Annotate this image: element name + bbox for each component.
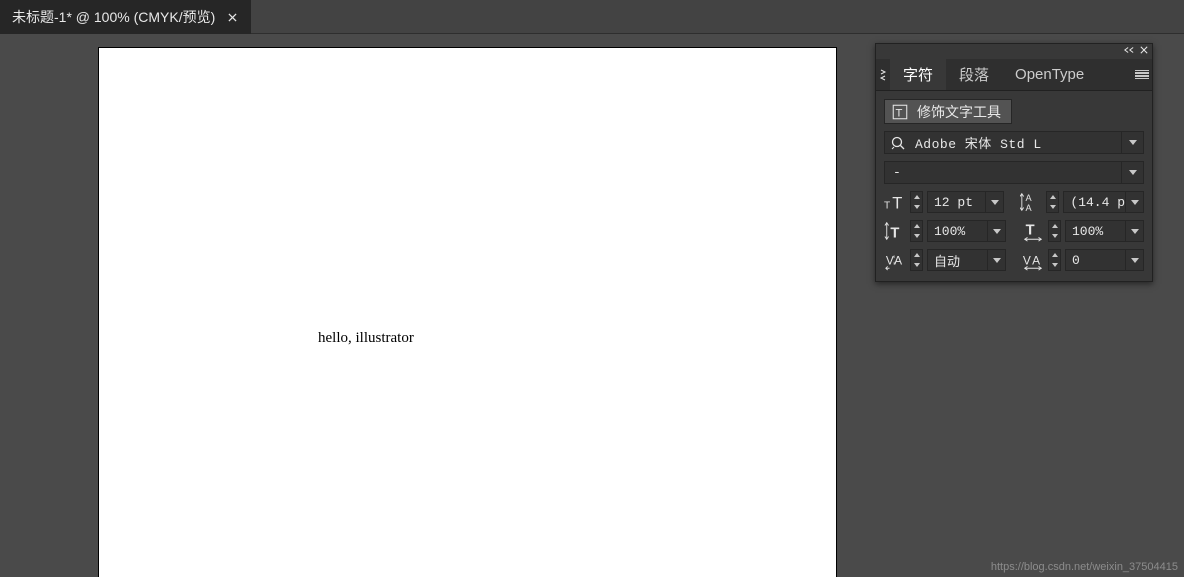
- panel-body: T 修饰文字工具 Adobe 宋体 Std L - TT: [876, 91, 1152, 281]
- hscale-dropdown[interactable]: [1125, 221, 1143, 241]
- touchup-text-icon: T: [891, 103, 909, 121]
- stepper-down[interactable]: [1049, 260, 1060, 270]
- font-style-field[interactable]: -: [884, 161, 1144, 184]
- vscale-control: T 100%: [884, 220, 1006, 242]
- vscale-input[interactable]: 100%: [927, 220, 1006, 242]
- hscale-stepper[interactable]: [1048, 220, 1061, 242]
- font-size-input[interactable]: 12 pt: [927, 191, 1004, 213]
- tab-character[interactable]: 字符: [890, 59, 946, 90]
- canvas-text[interactable]: hello, illustrator: [318, 330, 414, 347]
- hamburger-icon: [1135, 70, 1149, 80]
- stepper-down[interactable]: [911, 202, 922, 212]
- svg-text:A: A: [1032, 254, 1040, 268]
- tracking-input[interactable]: 0: [1065, 249, 1144, 271]
- font-size-dropdown[interactable]: [985, 192, 1003, 212]
- stepper-up[interactable]: [911, 250, 922, 260]
- tab-opentype[interactable]: OpenType: [1002, 59, 1097, 90]
- character-panel: 字符 段落 OpenType T 修饰文字工具 Adobe 宋体 Std L: [875, 43, 1153, 282]
- font-size-icon: TT: [884, 191, 906, 213]
- stepper-up[interactable]: [911, 192, 922, 202]
- document-tab-title: 未标题-1* @ 100% (CMYK/预览): [12, 7, 215, 27]
- kerning-value: 自动: [928, 251, 987, 270]
- chevron-down-icon: [991, 200, 999, 205]
- vscale-dropdown[interactable]: [987, 221, 1005, 241]
- close-tab-icon[interactable]: [225, 10, 239, 24]
- chevron-down-icon: [1131, 200, 1139, 205]
- kerning-dropdown[interactable]: [987, 250, 1005, 270]
- svg-text:T: T: [890, 225, 899, 241]
- font-style-value[interactable]: -: [885, 162, 1121, 183]
- svg-text:T: T: [1026, 223, 1035, 239]
- panel-collapse-icon[interactable]: [1124, 46, 1134, 57]
- font-size-control: TT 12 pt: [884, 191, 1004, 213]
- chevron-down-icon: [1129, 140, 1137, 145]
- stepper-up[interactable]: [1047, 192, 1058, 202]
- leading-value: (14.4 p: [1064, 195, 1125, 210]
- hscale-input[interactable]: 100%: [1065, 220, 1144, 242]
- font-family-dropdown[interactable]: [1121, 132, 1143, 153]
- stepper-down[interactable]: [1049, 231, 1060, 241]
- search-icon[interactable]: [885, 132, 911, 153]
- tracking-value: 0: [1066, 253, 1125, 268]
- vscale-value: 100%: [928, 224, 987, 239]
- svg-text:A: A: [1026, 193, 1033, 203]
- panel-titlebar: [876, 44, 1152, 59]
- kerning-stepper[interactable]: [910, 249, 923, 271]
- font-family-value[interactable]: Adobe 宋体 Std L: [911, 132, 1121, 153]
- svg-text:T: T: [884, 200, 890, 211]
- kerning-icon: VA: [884, 249, 906, 271]
- artboard[interactable]: hello, illustrator: [99, 48, 836, 577]
- stepper-down[interactable]: [1047, 202, 1058, 212]
- stepper-down[interactable]: [911, 231, 922, 241]
- svg-text:V: V: [1023, 254, 1031, 268]
- stepper-up[interactable]: [1049, 250, 1060, 260]
- tracking-icon: VA: [1022, 249, 1044, 271]
- kerning-control: VA 自动: [884, 249, 1006, 271]
- chevron-down-icon: [1131, 258, 1139, 263]
- font-style-dropdown[interactable]: [1121, 162, 1143, 183]
- hscale-control: T 100%: [1022, 220, 1144, 242]
- vscale-stepper[interactable]: [910, 220, 923, 242]
- document-tab[interactable]: 未标题-1* @ 100% (CMYK/预览): [0, 0, 251, 34]
- hscale-value: 100%: [1066, 224, 1125, 239]
- chevron-down-icon: [993, 258, 1001, 263]
- stepper-up[interactable]: [1049, 221, 1060, 231]
- kerning-input[interactable]: 自动: [927, 249, 1006, 271]
- panel-tabs: 字符 段落 OpenType: [876, 59, 1152, 91]
- svg-text:A: A: [1026, 203, 1033, 213]
- leading-icon: AA: [1020, 191, 1042, 213]
- chevron-down-icon: [1129, 170, 1137, 175]
- leading-dropdown[interactable]: [1125, 192, 1143, 212]
- font-size-stepper[interactable]: [910, 191, 923, 213]
- stepper-down[interactable]: [911, 260, 922, 270]
- horizontal-scale-icon: T: [1022, 220, 1044, 242]
- svg-text:T: T: [896, 107, 903, 119]
- chevron-down-icon: [993, 229, 1001, 234]
- chevron-down-icon: [1131, 229, 1139, 234]
- font-size-value: 12 pt: [928, 195, 985, 210]
- panel-menu-button[interactable]: [1132, 59, 1152, 90]
- tracking-stepper[interactable]: [1048, 249, 1061, 271]
- touchup-text-tool-button[interactable]: T 修饰文字工具: [884, 99, 1012, 124]
- svg-text:V: V: [886, 254, 894, 268]
- tracking-dropdown[interactable]: [1125, 250, 1143, 270]
- tab-paragraph[interactable]: 段落: [946, 59, 1002, 90]
- touchup-text-label: 修饰文字工具: [917, 102, 1001, 122]
- svg-text:T: T: [892, 194, 902, 212]
- font-family-field[interactable]: Adobe 宋体 Std L: [884, 131, 1144, 154]
- leading-stepper[interactable]: [1046, 191, 1059, 213]
- panel-expand-toggle-icon[interactable]: [876, 59, 890, 90]
- panel-close-icon[interactable]: [1140, 46, 1148, 57]
- stepper-up[interactable]: [911, 221, 922, 231]
- watermark: https://blog.csdn.net/weixin_37504415: [991, 561, 1178, 573]
- document-tab-bar: 未标题-1* @ 100% (CMYK/预览): [0, 0, 1184, 34]
- vertical-scale-icon: T: [884, 220, 906, 242]
- svg-text:A: A: [894, 254, 902, 268]
- leading-input[interactable]: (14.4 p: [1063, 191, 1144, 213]
- leading-control: AA (14.4 p: [1020, 191, 1144, 213]
- tracking-control: VA 0: [1022, 249, 1144, 271]
